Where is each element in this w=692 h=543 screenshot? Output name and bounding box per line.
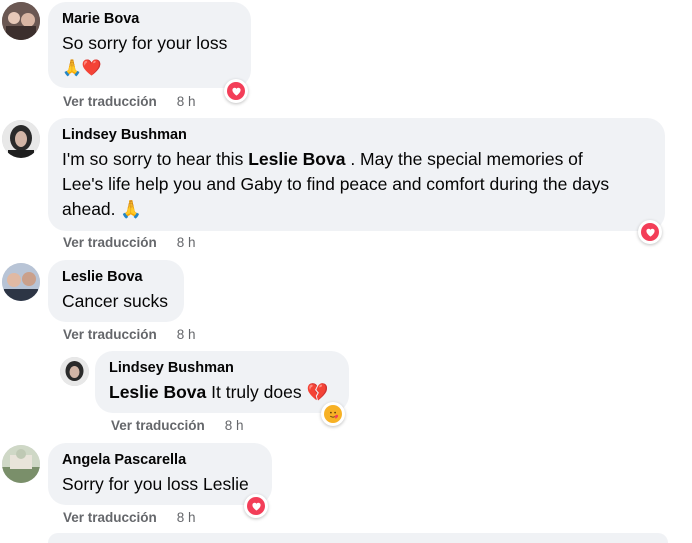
- timestamp[interactable]: 8 h: [225, 418, 244, 433]
- timestamp[interactable]: 8 h: [177, 94, 196, 109]
- reply-bubble: Lindsey Bushman Leslie Bova It truly doe…: [95, 351, 349, 413]
- comment-bubble: Angela Pascarella Sorry for you loss Les…: [48, 443, 272, 505]
- mention-link[interactable]: Leslie Bova: [248, 149, 345, 169]
- avatar[interactable]: [2, 263, 40, 301]
- comment-text-part: I'm so sorry to hear this: [62, 149, 249, 169]
- translate-link[interactable]: Ver traducción: [63, 510, 157, 525]
- timestamp[interactable]: 8 h: [177, 235, 196, 250]
- translate-link[interactable]: Ver traducción: [63, 327, 157, 342]
- care-reaction-icon[interactable]: [321, 402, 345, 426]
- comment-actions: Ver traducción 8 h: [63, 510, 196, 525]
- comment-author[interactable]: Lindsey Bushman: [62, 126, 651, 145]
- next-comment-edge: [48, 533, 668, 543]
- comment-text-part: It truly does 💔: [206, 382, 329, 402]
- avatar[interactable]: [2, 2, 40, 40]
- comment-actions: Ver traducción 8 h: [63, 327, 196, 342]
- comment-text-part: . May the special memories of: [345, 149, 583, 169]
- avatar[interactable]: [2, 120, 40, 158]
- comment-text: I'm so sorry to hear this Leslie Bova . …: [62, 147, 651, 172]
- comment-bubble: Marie Bova So sorry for your loss 🙏❤️: [48, 2, 251, 88]
- avatar-photo-icon: [2, 445, 40, 483]
- translate-link[interactable]: Ver traducción: [63, 94, 157, 109]
- avatar-photo-icon: [2, 2, 40, 40]
- avatar[interactable]: [60, 357, 89, 386]
- timestamp[interactable]: 8 h: [177, 327, 196, 342]
- comment-text: So sorry for your loss: [62, 33, 228, 53]
- love-reaction-icon[interactable]: [224, 79, 248, 103]
- avatar-photo-icon: [2, 263, 40, 301]
- love-reaction-icon[interactable]: [244, 494, 268, 518]
- translate-link[interactable]: Ver traducción: [111, 418, 205, 433]
- comment-author[interactable]: Marie Bova: [62, 10, 237, 29]
- avatar-photo-icon: [2, 120, 40, 158]
- mention-link[interactable]: Leslie Bova: [109, 382, 206, 402]
- avatar[interactable]: [2, 445, 40, 483]
- comment-author[interactable]: Leslie Bova: [62, 268, 170, 287]
- comment-actions: Ver traducción 8 h: [63, 94, 196, 109]
- comment-actions: Ver traducción 8 h: [111, 418, 244, 433]
- comment-text: Cancer sucks: [62, 291, 169, 311]
- comment-bubble: Leslie Bova Cancer sucks: [48, 260, 184, 322]
- comment-text-line: Lee's life help you and Gaby to find pea…: [62, 174, 610, 194]
- love-reaction-icon[interactable]: [638, 220, 662, 244]
- comment-emoji-line: 🙏❤️: [62, 60, 102, 77]
- comment-text-line: ahead. 🙏: [62, 199, 143, 219]
- comment-bubble: Lindsey Bushman I'm so sorry to hear thi…: [48, 118, 665, 231]
- timestamp[interactable]: 8 h: [177, 510, 196, 525]
- comment-author[interactable]: Lindsey Bushman: [109, 359, 335, 378]
- translate-link[interactable]: Ver traducción: [63, 235, 157, 250]
- comment-author[interactable]: Angela Pascarella: [62, 451, 258, 470]
- comment-text: Leslie Bova It truly does 💔: [109, 380, 335, 405]
- comment-actions: Ver traducción 8 h: [63, 235, 196, 250]
- avatar-photo-icon: [60, 357, 89, 386]
- comment-text: Sorry for you loss Leslie: [62, 474, 249, 494]
